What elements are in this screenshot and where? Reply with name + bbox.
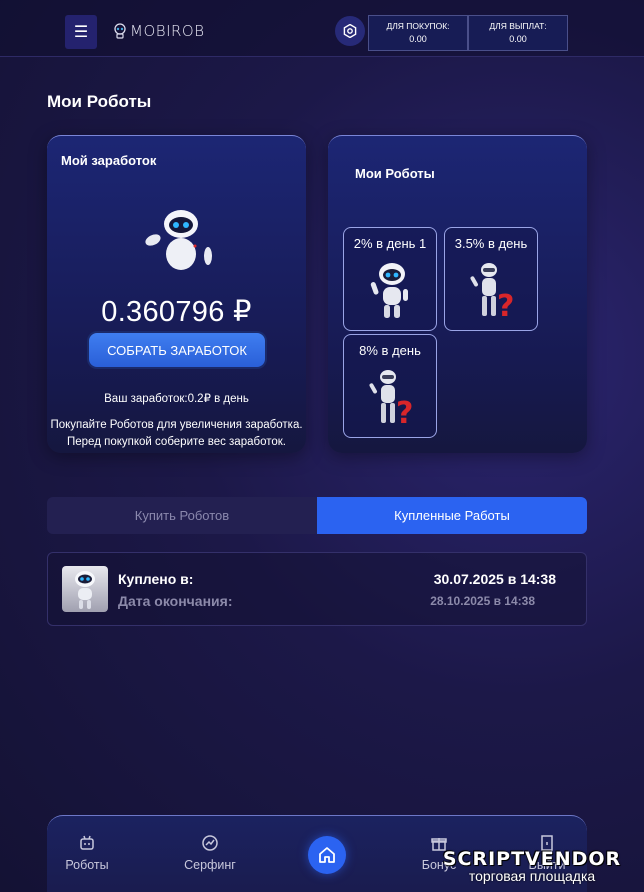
robot-icon: [80, 835, 94, 850]
purchased-robot-row: Куплено в: Дата окончания: 30.07.2025 в …: [47, 552, 587, 626]
earnings-note: Покупайте Роботов для увеличения заработ…: [47, 417, 306, 451]
robot-tile-label: 3.5% в день: [454, 236, 528, 251]
nav-item-label: Серфинг: [184, 858, 236, 872]
watermark-title: SCRIPTVENDOR: [442, 848, 622, 870]
robot-tile-locked[interactable]: 8% в день ?: [343, 334, 437, 438]
balance-purchases[interactable]: ДЛЯ ПОКУПОК: 0.00: [368, 15, 468, 51]
tab-buy-robots[interactable]: Купить Роботов: [47, 497, 317, 534]
robots-tabs: Купить Роботов Купленные Работы: [47, 497, 587, 534]
scriptvendor-watermark: SCRIPTVENDOR торговая площадка: [426, 848, 638, 884]
logo-text: MOBIROB: [130, 22, 205, 40]
svg-text:?: ?: [396, 396, 413, 429]
balance-payouts-value: 0.00: [509, 34, 527, 44]
balance-payouts-label: ДЛЯ ВЫПЛАТ:: [489, 21, 547, 31]
balance-purchases-label: ДЛЯ ПОКУПОК:: [386, 21, 450, 31]
robot-tile-locked[interactable]: 3.5% в день ?: [444, 227, 538, 331]
purchased-at-value: 30.07.2025 в 14:38: [433, 571, 556, 587]
robot-tile-label: 2% в день 1: [353, 236, 427, 251]
robot-tile-owned[interactable]: 2% в день 1: [343, 227, 437, 331]
my-robots-card: Мои Роботы 2% в день 1 3.5% в день ? 8%: [328, 135, 587, 453]
earnings-note-line1: Покупайте Роботов для увеличения заработ…: [50, 419, 303, 431]
earnings-card-title: Мой заработок: [61, 153, 157, 168]
nav-home-button[interactable]: [308, 836, 346, 874]
earnings-rate: Ваш заработок:0.2₽ в день: [104, 393, 249, 405]
hamburger-icon: ☰: [73, 24, 89, 41]
watermark-subtitle: торговая площадка: [468, 868, 596, 884]
robot-logo-icon: [114, 23, 126, 39]
trend-icon: [202, 835, 218, 851]
robot-question-image: ?: [470, 263, 514, 322]
collect-earnings-button[interactable]: СОБРАТЬ ЗАРАБОТОК: [89, 333, 265, 367]
robot-image: [370, 263, 408, 318]
tab-purchased-robots[interactable]: Купленные Работы: [317, 497, 587, 534]
balance-payouts[interactable]: ДЛЯ ВЫПЛАТ: 0.00: [468, 15, 568, 51]
balance-purchases-value: 0.00: [409, 34, 427, 44]
earnings-amount: 0.360796 ₽: [101, 296, 252, 328]
svg-text:?: ?: [497, 289, 514, 322]
nav-item-label: Роботы: [65, 858, 109, 872]
earnings-note-line2: Перед покупкой соберите вес заработок.: [67, 436, 286, 448]
home-icon: [319, 847, 335, 863]
logo[interactable]: MOBIROB: [112, 22, 205, 40]
purchased-at-label: Куплено в:: [118, 571, 194, 587]
top-header: ☰ MOBIROB ДЛЯ ПОКУПОК: 0.00 ДЛЯ ВЫПЛАТ: …: [0, 0, 644, 57]
earnings-card: Мой заработок 0.360796 ₽ СОБРАТЬ ЗАРАБОТ…: [47, 135, 306, 453]
robot-image: [75, 571, 95, 609]
page-title: Мои Роботы: [47, 92, 152, 111]
nav-item-surfing[interactable]: Серфинг: [182, 834, 238, 872]
robot-mascot-image: [145, 210, 212, 270]
end-date-value: 28.10.2025 в 14:38: [430, 594, 535, 608]
my-robots-card-title: Мои Роботы: [355, 166, 435, 181]
gear-icon: [343, 24, 357, 38]
robot-question-image: ?: [369, 370, 413, 429]
robot-tile-label: 8% в день: [359, 343, 421, 358]
menu-button[interactable]: ☰: [65, 15, 97, 49]
nav-item-robots[interactable]: Роботы: [65, 834, 109, 872]
purchased-robot-thumbnail: [62, 566, 108, 612]
settings-button[interactable]: [335, 16, 365, 46]
end-date-label: Дата окончания:: [118, 593, 233, 609]
